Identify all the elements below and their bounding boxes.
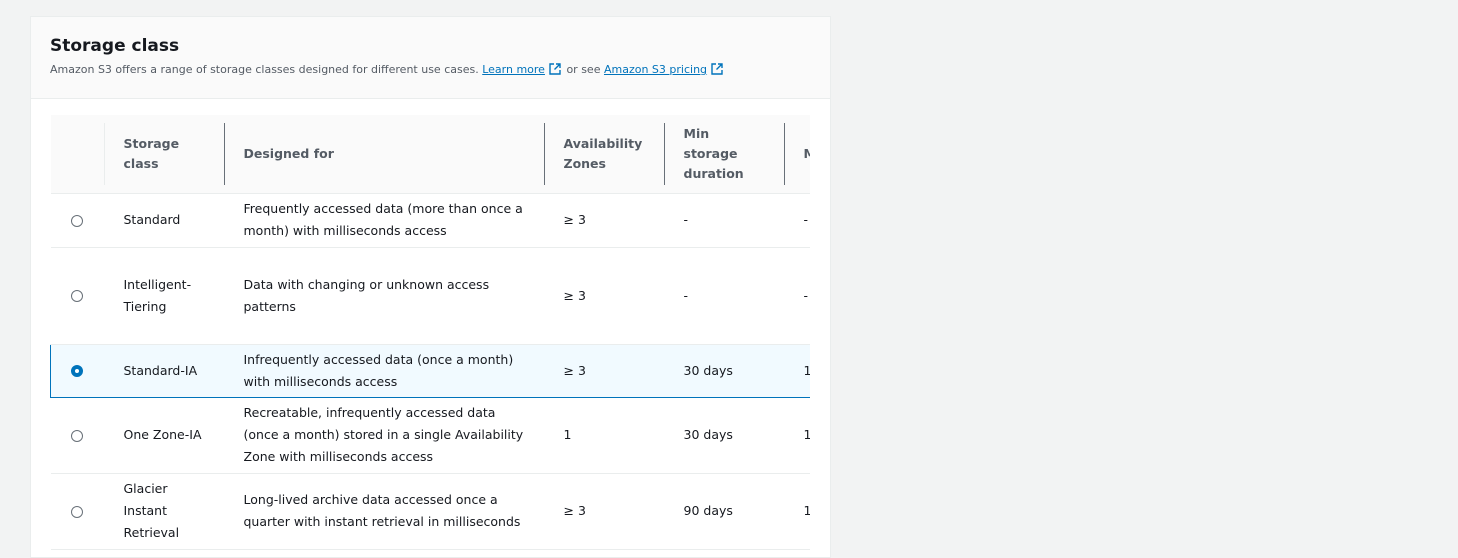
cell-next-column: 1 — [783, 397, 810, 474]
cell-min-storage-duration: 90 days — [663, 473, 784, 550]
header-next-column[interactable]: M o — [783, 115, 810, 194]
cell-availability-zones: ≥ 3 — [543, 343, 664, 398]
cell-availability-zones: ≥ 3 — [543, 247, 664, 345]
cell-storage-class: One Zone-IA — [103, 397, 224, 474]
external-link-icon[interactable] — [711, 63, 723, 78]
cell-next-column: 1 — [783, 473, 810, 550]
header-availability-zones[interactable]: Availability Zones — [543, 115, 664, 194]
panel-title: Storage class — [50, 36, 180, 56]
or-see-text: or see — [566, 63, 601, 76]
cell-designed-for: Infrequently accessed data (once a month… — [223, 343, 544, 398]
cell-storage-class: Intelligent-Tiering — [103, 247, 224, 345]
storage-class-table-wrapper[interactable]: Storage class Designed for Availability … — [50, 115, 810, 557]
radio-cell[interactable] — [50, 343, 104, 398]
header-select — [50, 115, 104, 194]
cell-availability-zones: ≥ 3 — [543, 193, 664, 248]
radio-button-standard-ia[interactable] — [71, 365, 84, 377]
header-designed-for[interactable]: Designed for — [223, 115, 544, 194]
panel-description: Amazon S3 offers a range of storage clas… — [50, 63, 725, 78]
table-header-row: Storage class Designed for Availability … — [50, 115, 810, 194]
cell-designed-for: Long-lived archive data accessed once a … — [223, 473, 544, 550]
table-row[interactable]: Intelligent-Tiering Data with changing o… — [50, 247, 810, 345]
table-row-selected[interactable]: Standard-IA Infrequently accessed data (… — [50, 343, 810, 398]
external-link-icon[interactable] — [549, 63, 561, 78]
cell-designed-for: Frequently accessed data (more than once… — [223, 193, 544, 248]
storage-class-panel: Storage class Amazon S3 offers a range o… — [30, 16, 831, 558]
storage-class-table: Storage class Designed for Availability … — [50, 115, 810, 550]
cell-designed-for: Data with changing or unknown access pat… — [223, 247, 544, 345]
panel-header: Storage class Amazon S3 offers a range o… — [31, 17, 830, 99]
radio-cell[interactable] — [50, 247, 104, 345]
header-min-storage-duration[interactable]: Min storage duration — [663, 115, 784, 194]
cell-min-storage-duration: 30 days — [663, 343, 784, 398]
table-row[interactable]: One Zone-IA Recreatable, infrequently ac… — [50, 397, 810, 474]
cell-min-storage-duration: 30 days — [663, 397, 784, 474]
radio-cell[interactable] — [50, 473, 104, 550]
radio-cell[interactable] — [50, 193, 104, 248]
s3-pricing-link[interactable]: Amazon S3 pricing — [604, 63, 707, 76]
cell-min-storage-duration: - — [663, 193, 784, 248]
cell-next-column: 1 — [783, 343, 810, 398]
cell-availability-zones: 1 — [543, 397, 664, 474]
cell-min-storage-duration: - — [663, 247, 784, 345]
radio-button-intelligent-tiering[interactable] — [71, 290, 83, 302]
table-row[interactable]: Glacier Instant Retrieval Long-lived arc… — [50, 473, 810, 550]
cell-next-column: - — [783, 193, 810, 248]
header-storage-class[interactable]: Storage class — [103, 115, 224, 194]
table-row[interactable]: Standard Frequently accessed data (more … — [50, 193, 810, 248]
cell-storage-class: Glacier Instant Retrieval — [103, 473, 224, 550]
description-text: Amazon S3 offers a range of storage clas… — [50, 63, 479, 76]
cell-designed-for: Recreatable, infrequently accessed data … — [223, 397, 544, 474]
cell-storage-class: Standard — [103, 193, 224, 248]
radio-cell[interactable] — [50, 397, 104, 474]
learn-more-link[interactable]: Learn more — [482, 63, 545, 76]
cell-next-column: - — [783, 247, 810, 345]
radio-button-standard[interactable] — [71, 214, 83, 227]
radio-button-glacier-instant-retrieval[interactable] — [71, 505, 83, 518]
cell-storage-class: Standard-IA — [103, 343, 224, 398]
cell-availability-zones: ≥ 3 — [543, 473, 664, 550]
radio-button-one-zone-ia[interactable] — [71, 429, 83, 442]
